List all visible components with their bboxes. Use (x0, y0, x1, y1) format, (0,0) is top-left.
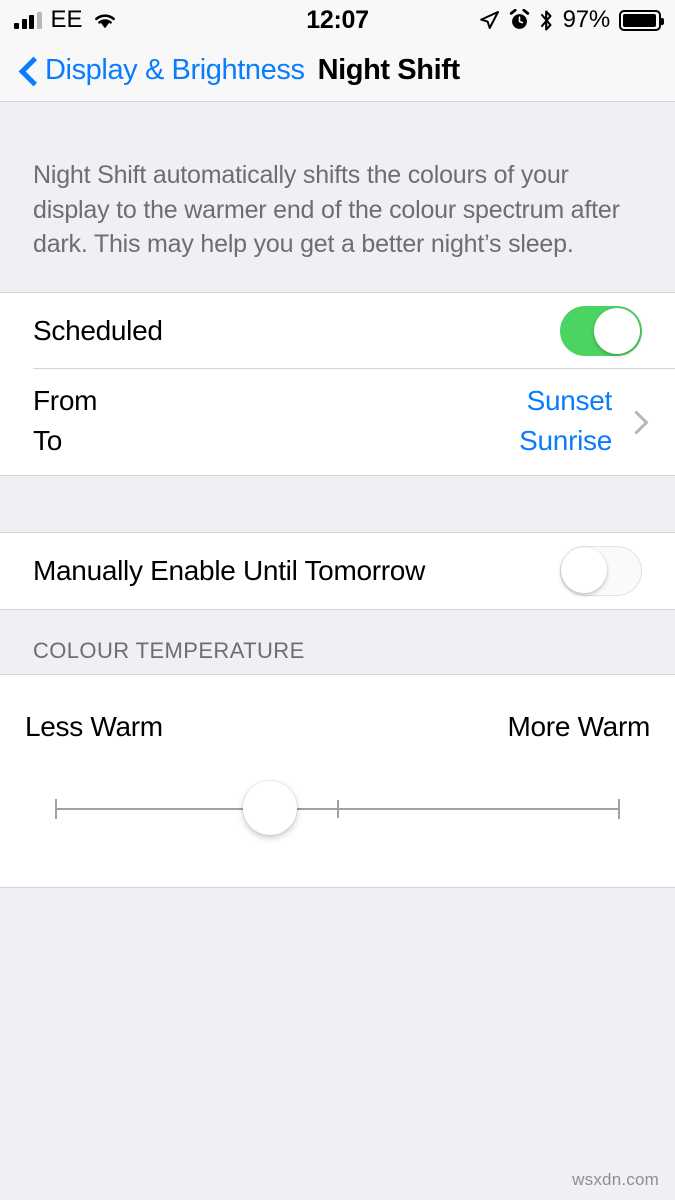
scheduled-label: Scheduled (33, 314, 163, 346)
navigation-bar: Display & Brightness Night Shift (0, 40, 675, 102)
settings-content: Night Shift automatically shifts the col… (0, 103, 675, 1200)
colour-temperature-header: COLOUR TEMPERATURE (0, 610, 675, 675)
status-bar-left: EE (14, 8, 118, 32)
battery-icon (619, 9, 664, 31)
to-label: To (33, 424, 62, 456)
schedule-time-labels: From To (33, 383, 97, 460)
section-gap (0, 476, 675, 533)
schedule-time-values: Sunset Sunrise (519, 383, 612, 460)
page-title: Night Shift (317, 54, 461, 86)
watermark: wsxdn.com (572, 1170, 659, 1189)
more-warm-label: More Warm (507, 711, 651, 743)
manual-enable-toggle[interactable] (560, 546, 642, 597)
back-button[interactable]: Display & Brightness (20, 54, 305, 87)
slider-thumb[interactable] (242, 781, 297, 836)
bluetooth-icon (540, 9, 552, 31)
schedule-time-row[interactable]: From To Sunset Sunrise (0, 368, 675, 476)
alarm-clock-icon (509, 9, 529, 29)
manual-enable-card: Manually Enable Until Tomorrow (0, 532, 675, 611)
phone-screen: EE 12:07 97% Display & Brightness Night … (0, 0, 675, 1200)
slider-endcap-right (618, 799, 620, 820)
manual-enable-toggle-knob (560, 546, 607, 593)
back-button-label: Display & Brightness (45, 54, 305, 86)
chevron-left-icon (20, 57, 36, 85)
location-arrow-icon (479, 11, 499, 29)
from-label: From (33, 384, 98, 416)
to-value: Sunrise (519, 424, 612, 456)
status-bar: EE 12:07 97% (0, 0, 675, 40)
less-warm-label: Less Warm (25, 711, 163, 743)
slider-endpoint-labels: Less Warm More Warm (25, 711, 650, 743)
scheduled-toggle-knob (594, 307, 640, 354)
slider-endcap-left (55, 799, 57, 820)
battery-percent-label: 97% (562, 6, 611, 33)
night-shift-description: Night Shift automatically shifts the col… (33, 161, 620, 258)
scheduled-row[interactable]: Scheduled (0, 292, 675, 369)
manual-enable-row[interactable]: Manually Enable Until Tomorrow (0, 533, 675, 610)
wifi-icon (94, 13, 115, 28)
battery-fill (623, 13, 656, 27)
status-bar-right: 97% (478, 6, 664, 34)
slider-midpoint-tick (336, 800, 339, 819)
colour-temperature-slider[interactable] (55, 781, 620, 837)
chevron-right-icon (628, 409, 642, 433)
carrier-label: EE (50, 6, 83, 33)
manual-enable-label: Manually Enable Until Tomorrow (33, 555, 425, 587)
cellular-signal-icon (14, 11, 42, 29)
scheduled-toggle[interactable] (560, 305, 642, 356)
colour-temperature-card: Less Warm More Warm (0, 674, 675, 889)
from-value: Sunset (526, 384, 613, 416)
schedule-card: Scheduled From To Sunset Sunrise (0, 291, 675, 477)
